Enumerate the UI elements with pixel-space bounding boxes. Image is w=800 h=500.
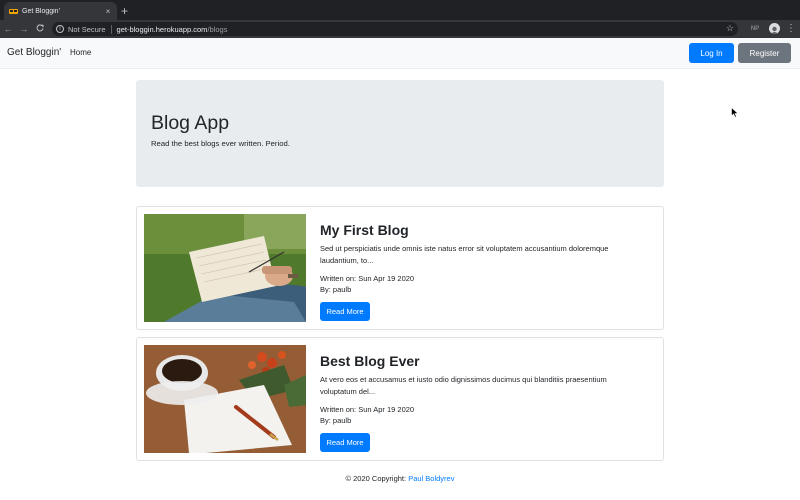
browser-tab-strip: Get Bloggin' × + (0, 0, 800, 20)
blog-card-author: By: paulb (320, 285, 352, 294)
browser-tab[interactable]: Get Bloggin' × (4, 2, 117, 20)
security-label: Not Secure (68, 24, 106, 34)
blog-card-title: Best Blog Ever (320, 353, 420, 369)
jumbotron: Blog App (136, 80, 664, 187)
blog-card-title: My First Blog (320, 222, 409, 238)
tab-title: Get Bloggin' (22, 7, 60, 15)
site-navbar: Get Bloggin' Home (0, 38, 800, 69)
blog-card-excerpt: Sed ut perspiciatis unde omnis iste natu… (320, 244, 609, 265)
url-host: get-bloggin.herokuapp.com (116, 24, 208, 34)
footer-copyright: © 2020 Copyright: (345, 474, 407, 483)
navbar-brand[interactable]: Get Bloggin' (7, 47, 61, 58)
omnibox-divider (110, 24, 112, 34)
blog-card: My First Blog Sed ut perspiciatis unde o… (136, 206, 664, 330)
blog-card-image (144, 345, 306, 453)
register-button[interactable]: Register (738, 43, 791, 63)
blog-card-author: By: paulb (320, 416, 352, 425)
blog-card-excerpt: At vero eos et accusamus et iusto odio d… (320, 375, 607, 396)
forward-icon[interactable]: → (16, 24, 32, 34)
blog-card: Best Blog Ever At vero eos et accusamus … (136, 337, 664, 461)
read-more-button[interactable]: Read More (320, 302, 370, 321)
extension-icon[interactable]: NP (749, 24, 761, 34)
tab-close-icon[interactable]: × (103, 7, 113, 16)
read-more-button[interactable]: Read More (320, 433, 370, 452)
footer-author-link[interactable]: Paul Boldyrev (408, 474, 454, 483)
page-footer: © 2020 Copyright: Paul Boldyrev (0, 474, 800, 483)
nav-link-home[interactable]: Home (70, 48, 91, 57)
new-tab-button[interactable]: + (121, 3, 128, 19)
url-path: /blogs (207, 24, 228, 34)
profile-avatar-icon[interactable] (769, 23, 780, 34)
mouse-cursor-icon (731, 107, 739, 118)
blog-card-date: Written on: Sun Apr 19 2020 (320, 405, 415, 414)
blog-card-image (144, 214, 306, 322)
blog-card-date: Written on: Sun Apr 19 2020 (320, 274, 415, 283)
address-bar[interactable]: i Not Secure get-bloggin.herokuapp.com /… (52, 22, 738, 36)
site-favicon-icon (8, 6, 18, 16)
jumbotron-title: Blog App (151, 112, 230, 134)
jumbotron-lead: Read the best blogs ever written. Period… (151, 139, 290, 148)
back-icon[interactable]: ← (0, 24, 16, 34)
browser-menu-icon[interactable]: ⋮ (786, 22, 796, 36)
info-icon[interactable]: i (56, 25, 64, 33)
bookmark-star-icon[interactable]: ☆ (726, 23, 734, 34)
reload-icon[interactable] (32, 24, 48, 34)
login-button[interactable]: Log In (689, 43, 734, 63)
